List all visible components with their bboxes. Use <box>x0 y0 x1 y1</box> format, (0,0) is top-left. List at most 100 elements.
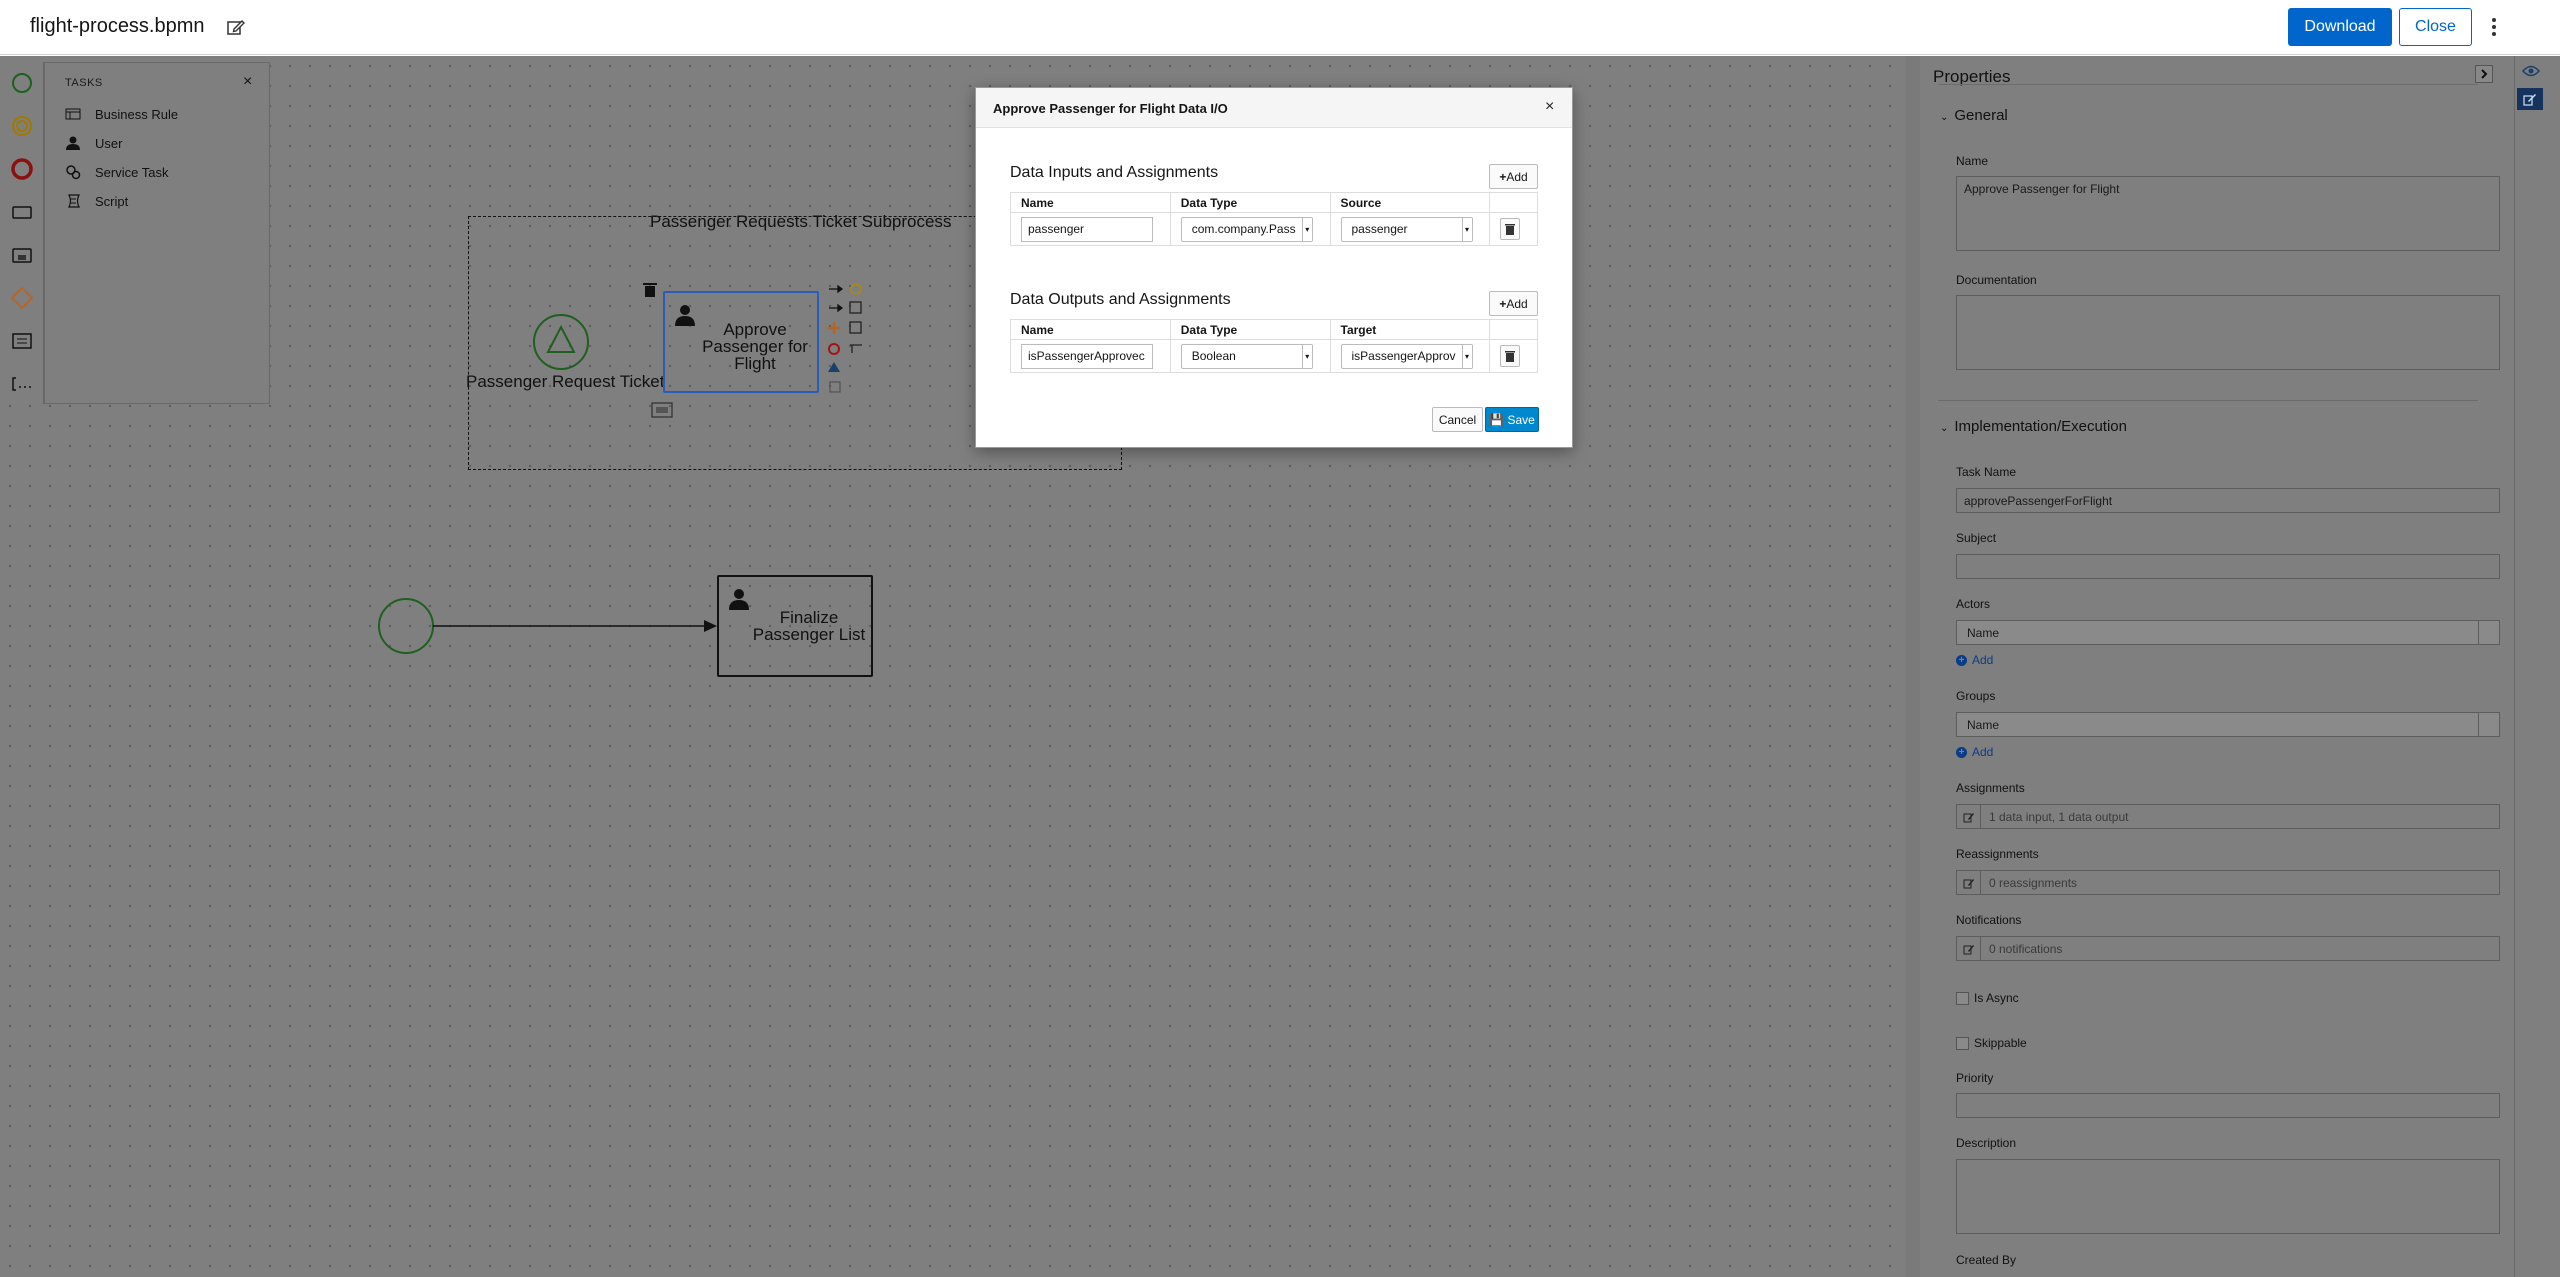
reassignments-label: Reassignments <box>1956 847 2039 861</box>
tasks-flyout: TASKS × Business Rule User Service Task … <box>44 62 270 404</box>
input-source-select[interactable]: passenger ▾ <box>1340 216 1473 242</box>
properties-resize-handle[interactable] <box>1906 56 1920 1277</box>
containers-icon[interactable] <box>10 329 34 353</box>
notifications-field[interactable]: 0 notifications <box>1956 936 2500 961</box>
add-group-link[interactable]: + Add <box>1956 745 1993 759</box>
name-label: Name <box>1956 154 1989 168</box>
palette-item-script[interactable]: Script <box>65 190 128 212</box>
user-task-icon <box>675 305 695 326</box>
priority-input[interactable] <box>1956 1093 2500 1118</box>
documentation-textarea[interactable] <box>1956 295 2500 370</box>
properties-tab-button[interactable] <box>2517 88 2543 110</box>
palette-item-user[interactable]: User <box>65 132 122 154</box>
task-finalize-passenger-list[interactable]: Finalize Passenger List <box>717 575 873 677</box>
tasks-flyout-title: TASKS <box>65 77 103 89</box>
add-output-button[interactable]: +Add <box>1489 291 1538 316</box>
business-rule-icon <box>65 108 81 120</box>
download-button[interactable]: Download <box>2288 8 2392 46</box>
input-source-value: passenger <box>1351 222 1408 236</box>
gateways-icon[interactable] <box>10 286 34 310</box>
add-input-button[interactable]: +Add <box>1489 164 1538 189</box>
subject-label: Subject <box>1956 531 1997 545</box>
input-name-field[interactable]: passenger <box>1021 216 1153 242</box>
general-section-header[interactable]: ⌄ General <box>1940 107 2008 124</box>
collapse-panel-button[interactable] <box>2475 65 2493 83</box>
column-header: Target <box>1329 319 1491 340</box>
add-actor-label: Add <box>1972 653 1994 667</box>
edit-icon[interactable] <box>1957 871 1981 894</box>
assignments-field[interactable]: 1 data input, 1 data output <box>1956 804 2500 829</box>
end-events-icon[interactable] <box>10 157 34 181</box>
palette-item-label: Script <box>95 193 129 209</box>
edit-icon[interactable] <box>1957 805 1981 828</box>
inputs-section-title: Data Inputs and Assignments <box>1010 164 1219 181</box>
palette-item-label: Service Task <box>95 164 169 180</box>
description-label: Description <box>1956 1136 2017 1150</box>
eye-icon[interactable] <box>2522 64 2540 78</box>
shape-palette <box>0 62 44 404</box>
artifacts-icon[interactable] <box>10 372 34 396</box>
reassignments-field[interactable]: 0 reassignments <box>1956 870 2500 895</box>
data-io-dialog: Approve Passenger for Flight Data I/O × … <box>975 87 1573 448</box>
task-name-input[interactable]: approvePassengerForFlight <box>1956 488 2500 513</box>
kebab-menu-icon[interactable] <box>2487 13 2501 41</box>
notifications-label: Notifications <box>1956 913 2022 927</box>
palette-item-label: Business Rule <box>95 106 179 122</box>
task-name-label: Task Name <box>1956 465 2017 479</box>
plus-circle-icon: + <box>1956 654 1967 666</box>
add-actor-link[interactable]: + Add <box>1956 653 1993 667</box>
editor-header: flight-process.bpmn Download Close <box>0 0 2560 55</box>
task-approve-label: Approve Passenger for Flight <box>702 320 808 373</box>
name-textarea[interactable]: Approve Passenger for Flight <box>1956 176 2500 251</box>
subprocesses-icon[interactable] <box>10 243 34 267</box>
is-async-checkbox[interactable]: Is Async <box>1956 991 2019 1005</box>
intermediate-events-icon[interactable] <box>10 114 34 138</box>
is-async-label: Is Async <box>1974 991 2019 1005</box>
edit-title-icon[interactable] <box>226 17 246 37</box>
caret-down-icon: ▾ <box>1301 217 1312 241</box>
inputs-table: Name Data Type Source passenger com.comp… <box>1010 192 1538 246</box>
description-textarea[interactable] <box>1956 1159 2500 1234</box>
save-button[interactable]: 💾 Save <box>1485 407 1539 432</box>
task-finalize-label: Finalize Passenger List <box>752 608 866 644</box>
output-name-field[interactable]: isPassengerApprovec <box>1021 343 1153 369</box>
outputs-section-title: Data Outputs and Assignments <box>1010 291 1231 308</box>
output-target-select[interactable]: isPassengerApprov ▾ <box>1340 343 1473 369</box>
output-target-value: isPassengerApprov <box>1351 349 1456 363</box>
delete-input-button[interactable] <box>1500 218 1521 240</box>
notifications-value: 0 notifications <box>1989 942 2063 956</box>
add-output-label: Add <box>1506 296 1528 311</box>
input-data-type-select[interactable]: com.company.Pass ▾ <box>1180 216 1313 242</box>
table-row: passenger com.company.Pass ▾ passenger ▾ <box>1010 212 1538 246</box>
actors-label: Actors <box>1956 597 1991 611</box>
implementation-section-header[interactable]: ⌄ Implementation/Execution <box>1940 418 2127 435</box>
service-task-icon <box>66 165 81 180</box>
output-data-type-select[interactable]: Boolean ▾ <box>1180 343 1313 369</box>
subject-input[interactable] <box>1956 554 2500 579</box>
delete-output-button[interactable] <box>1500 345 1521 367</box>
edit-icon[interactable] <box>1957 937 1981 960</box>
output-data-type-value: Boolean <box>1191 349 1236 363</box>
column-header: Source <box>1329 192 1491 213</box>
created-by-label: Created By <box>1956 1253 2017 1267</box>
close-icon[interactable]: × <box>1545 98 1554 116</box>
close-icon[interactable]: × <box>243 73 252 91</box>
actors-table-header: Name <box>1956 620 2500 645</box>
start-event-label: Passenger Request Ticket <box>466 372 665 391</box>
palette-item-business-rule[interactable]: Business Rule <box>65 103 178 125</box>
close-button[interactable]: Close <box>2399 8 2472 46</box>
cancel-button[interactable]: Cancel <box>1432 407 1483 432</box>
documentation-label: Documentation <box>1956 273 2037 287</box>
chevron-right-icon <box>2481 69 2488 79</box>
script-icon <box>68 194 80 208</box>
palette-item-label: User <box>95 135 123 151</box>
start-events-icon[interactable] <box>10 71 34 95</box>
assignments-label: Assignments <box>1956 781 2025 795</box>
trash-icon <box>1505 351 1516 362</box>
caret-down-icon: ▾ <box>1301 344 1312 368</box>
activities-icon[interactable] <box>10 200 34 224</box>
skippable-checkbox[interactable]: Skippable <box>1956 1036 2027 1050</box>
table-row: isPassengerApprovec Boolean ▾ isPassenger… <box>1010 339 1538 373</box>
task-approve-passenger[interactable]: Approve Passenger for Flight <box>663 291 819 393</box>
palette-item-service-task[interactable]: Service Task <box>65 161 168 183</box>
